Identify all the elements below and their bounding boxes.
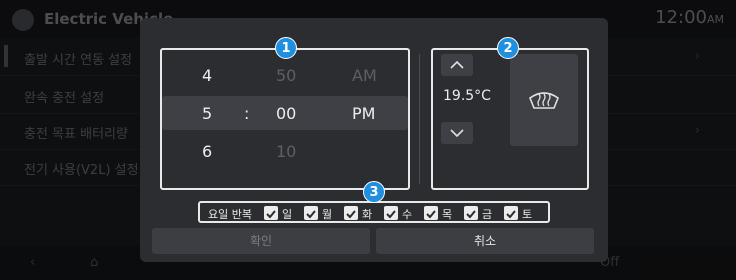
ampm-value: AM xyxy=(352,66,377,85)
time-separator: : xyxy=(244,104,250,123)
picker-row-next[interactable]: 6 10 xyxy=(162,134,408,168)
repeat-days-label: 요일 반복 xyxy=(208,208,252,221)
day-label-sat: 토 xyxy=(522,208,533,221)
checkmark-icon xyxy=(466,210,476,219)
climate-panel: 19.5°C xyxy=(431,48,589,190)
day-checkbox-mon[interactable] xyxy=(304,206,318,220)
cancel-button[interactable]: 취소 xyxy=(376,228,594,254)
temp-down-button[interactable] xyxy=(441,122,473,144)
time-picker-panel: 4 50 AM 5 : 00 PM 6 10 xyxy=(160,48,410,190)
checkmark-icon xyxy=(386,210,396,219)
chevron-up-icon xyxy=(450,60,464,69)
day-checkbox-tue[interactable] xyxy=(344,206,358,220)
checkmark-icon xyxy=(506,210,516,219)
hour-value: 4 xyxy=(202,66,213,85)
picker-row-prev[interactable]: 4 50 AM xyxy=(162,58,408,92)
day-label-wed: 수 xyxy=(402,208,413,221)
day-label-tue: 화 xyxy=(362,208,373,221)
marker-badge-3: 3 xyxy=(363,181,385,203)
hour-value-selected: 5 xyxy=(202,104,213,123)
temperature-value: 19.5°C xyxy=(443,88,491,104)
day-label-fri: 금 xyxy=(482,208,493,221)
day-checkbox-wed[interactable] xyxy=(384,206,398,220)
day-checkbox-sat[interactable] xyxy=(504,206,518,220)
day-checkbox-fri[interactable] xyxy=(464,206,478,220)
checkmark-icon xyxy=(426,210,436,219)
repeat-days-row: 요일 반복 일 월 화 수 목 금 토 xyxy=(198,201,550,223)
checkmark-icon xyxy=(266,210,276,219)
hour-value: 6 xyxy=(202,142,213,161)
marker-badge-2: 2 xyxy=(497,37,519,59)
checkmark-icon xyxy=(306,210,316,219)
day-checkbox-thu[interactable] xyxy=(424,206,438,220)
minute-value-selected: 00 xyxy=(276,104,297,123)
day-checkbox-sun[interactable] xyxy=(264,206,278,220)
checkmark-icon xyxy=(346,210,356,219)
chevron-down-icon xyxy=(450,129,464,138)
temp-up-button[interactable] xyxy=(441,54,473,76)
marker-badge-1: 1 xyxy=(275,37,297,59)
picker-row-selected[interactable]: 5 : 00 PM xyxy=(162,96,408,130)
defrost-button[interactable] xyxy=(510,54,578,146)
ampm-value-selected: PM xyxy=(352,104,376,123)
confirm-button[interactable]: 확인 xyxy=(152,228,370,254)
day-label-sun: 일 xyxy=(282,208,293,221)
departure-time-dialog: 4 50 AM 5 : 00 PM 6 10 1 19.5°C 2 요일 반복 … xyxy=(140,18,608,262)
panel-divider xyxy=(419,54,420,184)
day-label-thu: 목 xyxy=(442,208,453,221)
day-label-mon: 월 xyxy=(322,208,333,221)
front-defrost-icon xyxy=(529,92,559,109)
minute-value: 10 xyxy=(276,142,297,161)
minute-value: 50 xyxy=(276,66,297,85)
